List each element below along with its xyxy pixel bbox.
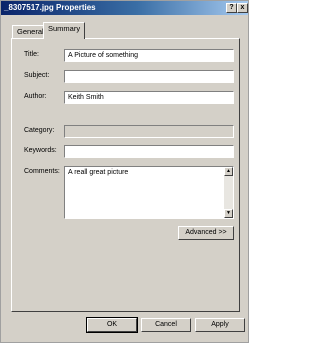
keywords-field[interactable] — [64, 145, 234, 158]
apply-button[interactable]: Apply — [195, 318, 245, 332]
window-title: _8307517.jpg Properties — [4, 3, 96, 12]
help-button[interactable]: ? — [226, 3, 237, 13]
comments-text: A reall great picture — [68, 169, 129, 176]
comments-field[interactable]: A reall great picture ▲ ▼ — [64, 166, 234, 219]
author-field[interactable]: Keith Smith — [64, 91, 234, 104]
subject-label: Subject: — [24, 72, 50, 79]
title-label: Title: — [24, 51, 39, 58]
cancel-button[interactable]: Cancel — [141, 318, 191, 332]
scroll-up-icon[interactable]: ▲ — [224, 167, 233, 176]
comments-scrollbar[interactable]: ▲ ▼ — [224, 167, 233, 218]
category-label: Category: — [24, 127, 55, 134]
scroll-down-icon[interactable]: ▼ — [224, 209, 233, 218]
keywords-label: Keywords: — [24, 147, 57, 154]
category-field — [64, 125, 234, 138]
comments-label: Comments: — [24, 168, 60, 175]
title-field[interactable]: A Picture of something — [64, 49, 234, 62]
title-bar[interactable]: _8307517.jpg Properties ? x — [1, 1, 248, 15]
summary-panel: Title: A Picture of something Subject: A… — [11, 38, 240, 312]
properties-dialog: _8307517.jpg Properties ? x General Summ… — [0, 0, 249, 343]
close-button[interactable]: x — [237, 3, 248, 13]
ok-button[interactable]: OK — [86, 317, 138, 333]
advanced-button[interactable]: Advanced >> — [178, 226, 234, 240]
author-label: Author: — [24, 93, 47, 100]
subject-field[interactable] — [64, 70, 234, 83]
tab-summary[interactable]: Summary — [43, 22, 86, 39]
